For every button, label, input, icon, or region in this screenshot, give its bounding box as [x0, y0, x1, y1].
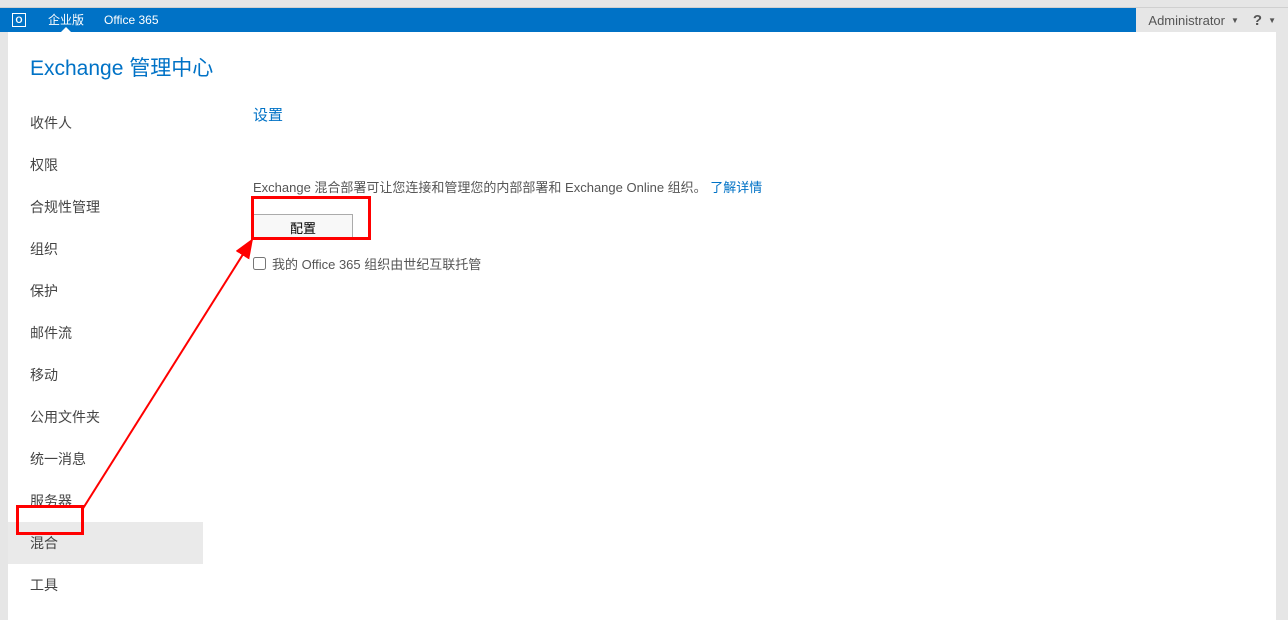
topbar-user-area: Administrator ▼ ? ▼: [1136, 8, 1288, 32]
learn-more-link[interactable]: 了解详情: [710, 180, 762, 195]
sidebar-item-compliance[interactable]: 合规性管理: [8, 186, 203, 228]
sidebar-item-protection[interactable]: 保护: [8, 270, 203, 312]
description-text: Exchange 混合部署可让您连接和管理您的内部部署和 Exchange On…: [253, 180, 707, 195]
main-area: Exchange 管理中心 收件人 权限 合规性管理 组织 保护 邮件流 移动 …: [8, 32, 1276, 620]
sidebar-item-mailflow[interactable]: 邮件流: [8, 312, 203, 354]
top-nav-bar: O 企业版 Office 365 Administrator ▼ ? ▼: [0, 8, 1288, 32]
section-title: 设置: [253, 104, 1256, 125]
configure-button[interactable]: 配置: [253, 214, 353, 240]
left-gutter: [0, 32, 8, 620]
sidebar-item-hybrid[interactable]: 混合: [8, 522, 203, 564]
help-icon[interactable]: ?: [1253, 12, 1262, 29]
sidebar-item-tools[interactable]: 工具: [8, 564, 203, 606]
body-area: 收件人 权限 合规性管理 组织 保护 邮件流 移动 公用文件夹 统一消息 服务器…: [8, 92, 1276, 620]
content-wrapper: Exchange 管理中心 收件人 权限 合规性管理 组织 保护 邮件流 移动 …: [0, 32, 1288, 620]
content-panel: 设置 Exchange 混合部署可让您连接和管理您的内部部署和 Exchange…: [203, 92, 1276, 620]
sidebar-item-public-folders[interactable]: 公用文件夹: [8, 396, 203, 438]
hybrid-description: Exchange 混合部署可让您连接和管理您的内部部署和 Exchange On…: [253, 177, 1256, 196]
sidebar-nav: 收件人 权限 合规性管理 组织 保护 邮件流 移动 公用文件夹 统一消息 服务器…: [8, 92, 203, 620]
office-logo-icon: O: [12, 13, 26, 27]
window-chrome-strip: [0, 0, 1288, 8]
caret-down-icon[interactable]: ▼: [1231, 16, 1239, 25]
gallatin-checkbox-row: 我的 Office 365 组织由世纪互联托管: [253, 254, 1256, 273]
sidebar-item-permissions[interactable]: 权限: [8, 144, 203, 186]
sidebar-item-servers[interactable]: 服务器: [8, 480, 203, 522]
right-gutter: [1276, 32, 1288, 620]
user-menu[interactable]: Administrator: [1148, 13, 1225, 28]
topbar-tab-enterprise[interactable]: 企业版: [38, 8, 94, 32]
page-title: Exchange 管理中心: [8, 32, 1276, 92]
topbar-tab-office365[interactable]: Office 365: [94, 8, 168, 32]
sidebar-item-organization[interactable]: 组织: [8, 228, 203, 270]
sidebar-item-recipients[interactable]: 收件人: [8, 102, 203, 144]
gallatin-checkbox-label: 我的 Office 365 组织由世纪互联托管: [272, 254, 481, 273]
sidebar-item-unified-messaging[interactable]: 统一消息: [8, 438, 203, 480]
sidebar-item-mobile[interactable]: 移动: [8, 354, 203, 396]
gallatin-checkbox[interactable]: [253, 257, 266, 270]
caret-down-icon[interactable]: ▼: [1268, 16, 1276, 25]
